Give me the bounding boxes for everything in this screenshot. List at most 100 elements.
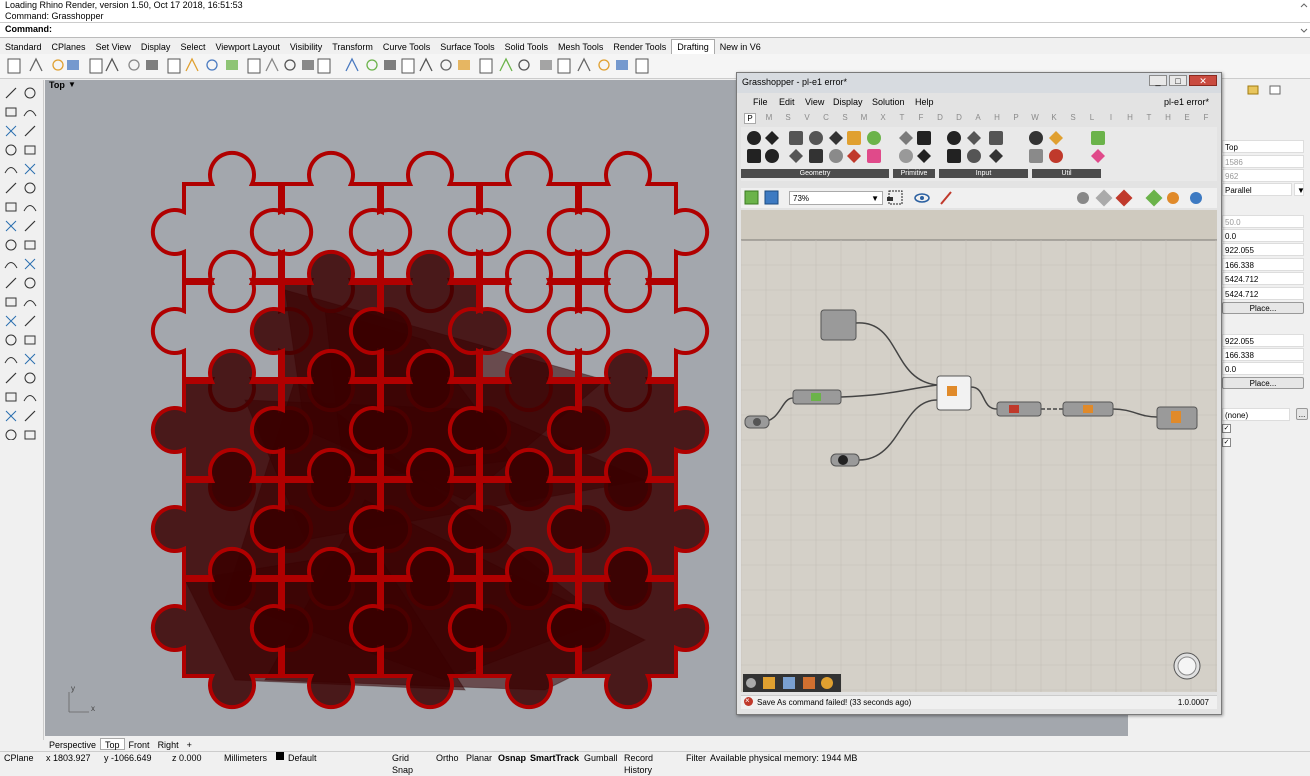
property-value[interactable]: 1586 <box>1222 155 1304 168</box>
category-tab[interactable]: P <box>1010 113 1022 122</box>
property-checkbox[interactable]: ✓ <box>1222 438 1231 447</box>
status-toggle[interactable]: Planar <box>466 752 492 764</box>
left-toolbar-button[interactable] <box>5 182 17 194</box>
property-value[interactable]: 922.055 <box>1222 334 1304 347</box>
property-value[interactable]: 922.055 <box>1222 243 1304 256</box>
property-value[interactable]: (none) <box>1222 408 1290 421</box>
component-icon[interactable] <box>1091 131 1105 145</box>
browse-button[interactable]: ... <box>1296 408 1308 420</box>
toolbar-button[interactable] <box>557 58 571 74</box>
property-value[interactable]: 50.0 <box>1222 215 1304 228</box>
toolbar-button[interactable] <box>105 57 119 72</box>
left-toolbar-button[interactable] <box>5 220 17 232</box>
toolbar-tab[interactable]: New in V6 <box>715 40 766 55</box>
toolbar-tab[interactable]: Transform <box>327 40 378 55</box>
toolbar-button[interactable] <box>419 57 433 72</box>
category-tab[interactable]: V <box>801 113 813 122</box>
component-icon[interactable] <box>989 131 1003 145</box>
toolbar-button[interactable] <box>317 58 331 74</box>
component-icon[interactable] <box>867 131 881 145</box>
toolbar-tab[interactable]: Render Tools <box>608 40 671 55</box>
category-tab[interactable]: D <box>934 113 946 122</box>
left-toolbar-button[interactable] <box>24 87 36 99</box>
ribbon-panel-label[interactable]: Util <box>1032 169 1101 178</box>
layer-label[interactable]: Default <box>288 752 317 764</box>
grasshopper-titlebar[interactable]: Grasshopper - pl-e1 error* _ □ ✕ <box>737 73 1221 93</box>
toolbar-button[interactable] <box>479 58 493 74</box>
property-value[interactable]: 962 <box>1222 169 1304 182</box>
toolbar-button[interactable] <box>226 60 238 70</box>
menu-item[interactable]: Help <box>915 97 934 107</box>
component-icon[interactable] <box>1029 131 1043 145</box>
left-toolbar-button[interactable] <box>24 430 36 440</box>
category-tab[interactable]: S <box>782 113 794 122</box>
left-toolbar-button[interactable] <box>5 87 17 99</box>
minimize-button[interactable]: _ <box>1149 75 1167 86</box>
gh-component-node[interactable] <box>996 401 1042 417</box>
left-toolbar-button[interactable] <box>5 277 17 289</box>
toolbar-tab[interactable]: Surface Tools <box>435 40 499 55</box>
toolbar-tab[interactable]: Display <box>136 40 176 55</box>
viewport-tab[interactable]: Top <box>100 738 125 750</box>
menu-item[interactable]: View <box>805 97 824 107</box>
component-icon[interactable] <box>947 149 961 163</box>
left-toolbar-button[interactable] <box>23 300 37 307</box>
status-toggle[interactable]: SmartTrack <box>530 752 579 764</box>
left-toolbar-button[interactable] <box>24 125 36 137</box>
cplane-label[interactable]: CPlane <box>4 752 34 764</box>
category-tab[interactable]: A <box>972 113 984 122</box>
component-icon[interactable] <box>899 149 913 163</box>
left-toolbar-button[interactable] <box>5 372 17 384</box>
menu-item[interactable]: Display <box>833 97 863 107</box>
viewport-tab[interactable]: Right <box>154 739 183 751</box>
component-icon[interactable] <box>765 149 779 163</box>
category-tab[interactable]: E <box>1181 113 1193 122</box>
toolbar-button[interactable] <box>302 60 314 70</box>
property-value[interactable]: Top <box>1222 140 1304 153</box>
place-button[interactable]: Place... <box>1222 377 1304 389</box>
toolbar-tab[interactable]: Standard <box>0 40 47 55</box>
left-toolbar-button[interactable] <box>24 145 36 155</box>
left-toolbar-button[interactable] <box>5 410 17 422</box>
toolbar-button[interactable] <box>7 58 21 74</box>
component-icon[interactable] <box>809 131 823 145</box>
category-tab[interactable]: M <box>763 113 775 122</box>
component-icon[interactable] <box>967 149 981 163</box>
toolbar-tab[interactable]: Visibility <box>285 40 327 55</box>
gh-component-node[interactable] <box>820 309 857 341</box>
toolbar-button[interactable] <box>401 58 415 74</box>
status-toggle[interactable]: Filter <box>686 752 706 764</box>
category-tab[interactable]: I <box>1105 113 1117 122</box>
category-tab[interactable]: H <box>991 113 1003 122</box>
component-icon[interactable] <box>989 149 1003 163</box>
property-value[interactable]: Parallel <box>1222 183 1292 196</box>
category-tab[interactable]: T <box>896 113 908 122</box>
menu-item[interactable]: File <box>753 97 768 107</box>
component-icon[interactable] <box>1091 149 1105 163</box>
canvas-widget[interactable] <box>1173 652 1201 680</box>
command-prompt[interactable]: Command: <box>0 22 1310 35</box>
menu-item[interactable]: Edit <box>779 97 795 107</box>
component-icon[interactable] <box>829 149 843 163</box>
gh-component-node[interactable] <box>830 453 860 467</box>
toolbar-button[interactable] <box>616 60 628 70</box>
toolbar-button[interactable] <box>52 59 64 71</box>
left-toolbar-button[interactable] <box>24 353 36 365</box>
toolbar-tab[interactable]: CPlanes <box>47 40 91 55</box>
left-toolbar-button[interactable] <box>5 297 17 307</box>
canvas-bottom-icons[interactable] <box>743 674 841 692</box>
maximize-button[interactable]: □ <box>1169 75 1187 86</box>
left-toolbar-button[interactable] <box>24 372 36 384</box>
panel-icons[interactable] <box>1222 80 1310 98</box>
category-tab[interactable]: S <box>839 113 851 122</box>
component-icon[interactable] <box>829 131 843 145</box>
canvas-graph[interactable] <box>741 210 1217 692</box>
status-toggle[interactable]: Grid Snap <box>392 752 413 775</box>
close-button[interactable]: ✕ <box>1189 75 1217 86</box>
toolbar-tab[interactable]: Drafting <box>671 39 715 54</box>
left-toolbar-button[interactable] <box>5 107 17 117</box>
gh-component-node[interactable] <box>936 375 972 411</box>
left-toolbar-button[interactable] <box>24 410 36 422</box>
status-toggle[interactable]: Record History <box>624 752 653 775</box>
category-tab[interactable]: F <box>915 113 927 122</box>
